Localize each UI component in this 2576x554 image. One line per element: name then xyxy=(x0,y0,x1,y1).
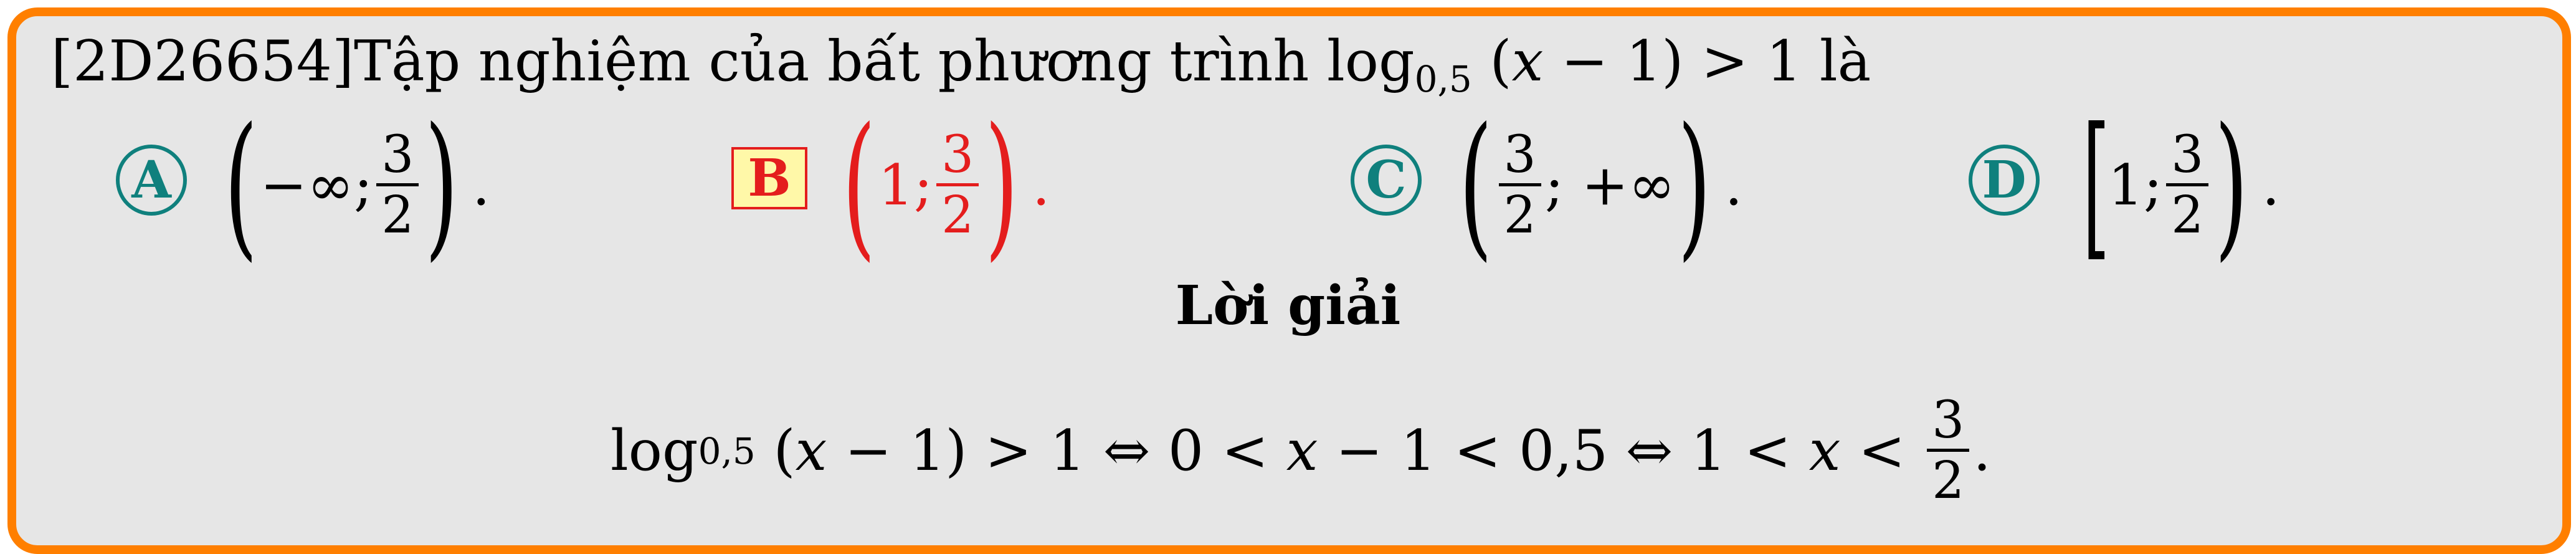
fraction: 32 xyxy=(936,129,979,241)
question-code: [2D26654] xyxy=(51,29,354,94)
option-c-label[interactable]: C xyxy=(1351,145,1422,216)
option-c[interactable]: ( 32 ; +∞ ) . xyxy=(1445,107,1742,263)
fraction: 32 xyxy=(1498,129,1541,241)
fraction: 32 xyxy=(2166,129,2209,241)
question-text: [2D26654]Tập nghiệm của bất phương trình… xyxy=(51,29,1871,100)
option-b[interactable]: ( 1; 32 ) . xyxy=(829,107,1050,263)
option-a[interactable]: ( −∞; 32 ) . xyxy=(211,107,490,263)
option-d[interactable]: [ 1; 32 ) . xyxy=(2066,107,2280,263)
fraction: 32 xyxy=(376,129,419,241)
solution-title: Lời giải xyxy=(1175,274,1401,337)
option-b-label[interactable]: B xyxy=(731,147,807,209)
fraction: 32 xyxy=(1927,395,1970,507)
option-a-label[interactable]: A xyxy=(116,145,187,216)
option-d-label[interactable]: D xyxy=(1969,145,2040,216)
solution-equation: log 0,5 (x − 1) > 1 ⇔ 0 < x − 1 < 0,5 ⇔ 1… xyxy=(611,391,1991,510)
